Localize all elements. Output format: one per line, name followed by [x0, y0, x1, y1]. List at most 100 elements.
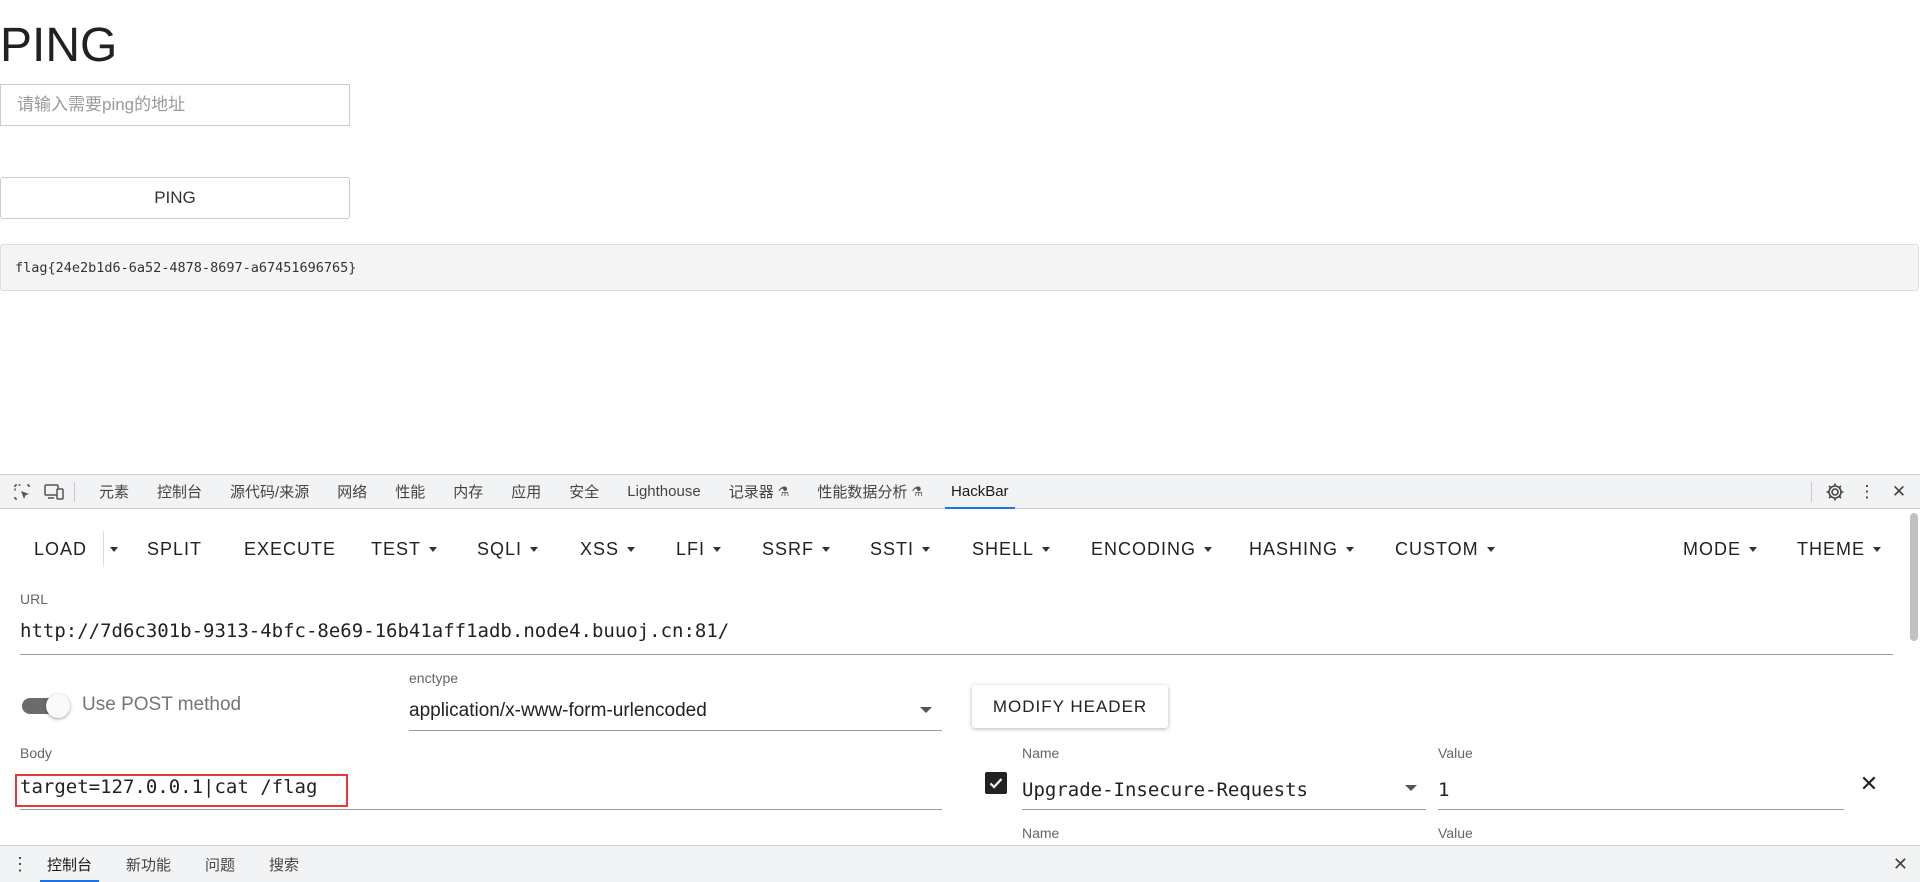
header-name-input[interactable]: Upgrade-Insecure-Requests: [1022, 779, 1308, 801]
chevron-down-icon: [822, 546, 831, 552]
drawer-tab-console[interactable]: 控制台: [30, 846, 109, 882]
hackbar-toolbar: LOAD SPLIT EXECUTE TEST SQLI XSS LFI SSR…: [0, 523, 1910, 575]
tab-sources[interactable]: 源代码/来源: [216, 475, 323, 508]
url-input[interactable]: http://7d6c301b-9313-4bfc-8e69-16b41aff1…: [20, 620, 729, 642]
close-icon[interactable]: ✕: [1893, 854, 1908, 875]
execute-button[interactable]: EXECUTE: [244, 523, 336, 575]
devtools-tab-bar: 元素 控制台 源代码/来源 网络 性能 内存 应用 安全 Lighthouse …: [0, 474, 1920, 509]
header-value-underline: [1438, 809, 1844, 810]
ping-button[interactable]: PING: [0, 177, 350, 219]
header-name-dropdown-icon[interactable]: [1405, 785, 1417, 791]
address-input[interactable]: [0, 84, 350, 126]
chevron-down-icon: [1873, 546, 1881, 552]
ssrf-menu[interactable]: SSRF: [762, 523, 831, 575]
xss-menu-label: XSS: [580, 538, 620, 559]
chevron-down-icon: [922, 546, 931, 552]
device-toolbar-icon[interactable]: [44, 482, 64, 502]
load-options-button[interactable]: [108, 523, 118, 575]
shell-menu-label: SHELL: [972, 538, 1035, 559]
tab-security[interactable]: 安全: [555, 475, 613, 508]
load-divider: [103, 531, 104, 567]
sqli-menu-label: SQLI: [477, 538, 523, 559]
drawer-menu-icon[interactable]: ⋮: [10, 854, 30, 875]
enctype-select[interactable]: application/x-www-form-urlencoded: [409, 700, 707, 722]
test-menu-label: TEST: [371, 538, 422, 559]
header-enabled-checkbox[interactable]: [985, 772, 1007, 794]
flask-icon: ⚗: [777, 483, 790, 499]
more-options-icon[interactable]: ⋮: [1856, 481, 1878, 503]
body-underline: [20, 809, 942, 810]
tab-performance[interactable]: 性能: [381, 475, 439, 508]
actions-separator: [1811, 481, 1812, 502]
chevron-down-icon: [1346, 546, 1355, 552]
tab-performance-insights[interactable]: 性能数据分析 ⚗: [803, 475, 937, 508]
header-value-label-2: Value: [1438, 825, 1473, 841]
enctype-dropdown-icon[interactable]: [920, 707, 932, 713]
toggle-knob: [46, 694, 70, 718]
tab-console[interactable]: 控制台: [143, 475, 216, 508]
gear-icon[interactable]: [1824, 481, 1846, 503]
shell-menu[interactable]: SHELL: [972, 523, 1051, 575]
flask-icon: ⚗: [911, 483, 924, 499]
ssti-menu[interactable]: SSTI: [870, 523, 931, 575]
header-value-input[interactable]: 1: [1438, 779, 1449, 801]
url-label: URL: [20, 591, 49, 607]
chevron-down-icon: [1486, 546, 1495, 552]
tab-recorder-label: 记录器: [728, 484, 774, 501]
page-content: PING PING flag{24e2b1d6-6a52-4878-8697-a…: [0, 0, 1920, 474]
page-title: PING: [0, 19, 118, 72]
load-button[interactable]: LOAD: [34, 523, 87, 575]
modify-header-button[interactable]: MODIFY HEADER: [972, 685, 1168, 728]
chevron-down-icon: [1042, 546, 1051, 552]
ssrf-menu-label: SSRF: [762, 538, 815, 559]
panel-scrollbar[interactable]: [1910, 513, 1918, 641]
check-icon: [989, 778, 1003, 789]
url-underline: [20, 654, 1893, 655]
tab-performance-insights-label: 性能数据分析: [817, 484, 908, 501]
close-icon[interactable]: ✕: [1888, 481, 1910, 503]
drawer-tab-issues[interactable]: 问题: [188, 846, 252, 882]
theme-menu-label: THEME: [1797, 538, 1865, 559]
mode-menu-label: MODE: [1683, 538, 1741, 559]
tab-network[interactable]: 网络: [323, 475, 381, 508]
tab-separator: [74, 481, 75, 502]
inspect-element-icon[interactable]: [12, 482, 32, 502]
hashing-menu[interactable]: HASHING: [1249, 523, 1355, 575]
lfi-menu-label: LFI: [676, 538, 706, 559]
split-button[interactable]: SPLIT: [147, 523, 202, 575]
hashing-menu-label: HASHING: [1249, 538, 1339, 559]
sqli-menu[interactable]: SQLI: [477, 523, 539, 575]
tab-memory[interactable]: 内存: [439, 475, 497, 508]
chevron-down-icon: [110, 546, 118, 552]
drawer-tab-whats-new[interactable]: 新功能: [109, 846, 188, 882]
drawer-tab-search[interactable]: 搜索: [252, 846, 316, 882]
tab-hackbar[interactable]: HackBar: [937, 475, 1023, 509]
test-menu[interactable]: TEST: [371, 523, 438, 575]
tab-recorder[interactable]: 记录器 ⚗: [715, 475, 804, 508]
xss-menu[interactable]: XSS: [580, 523, 636, 575]
devtools-drawer: ⋮ 控制台 新功能 问题 搜索 ✕: [0, 845, 1920, 882]
encoding-menu[interactable]: ENCODING: [1091, 523, 1213, 575]
post-method-toggle[interactable]: [22, 694, 70, 718]
tab-application[interactable]: 应用: [497, 475, 555, 508]
ping-result: flag{24e2b1d6-6a52-4878-8697-a6745169676…: [0, 244, 1919, 291]
header-name-label: Name: [1022, 745, 1060, 761]
chevron-down-icon: [429, 546, 438, 552]
chevron-down-icon: [713, 546, 722, 552]
theme-menu[interactable]: THEME: [1797, 523, 1881, 575]
header-name-label-2: Name: [1022, 825, 1060, 841]
custom-menu[interactable]: CUSTOM: [1395, 523, 1495, 575]
remove-header-icon[interactable]: ✕: [1858, 771, 1880, 796]
tab-elements[interactable]: 元素: [85, 475, 143, 508]
header-value-label: Value: [1438, 745, 1473, 761]
body-input[interactable]: target=127.0.0.1|cat /flag: [20, 776, 317, 798]
encoding-menu-label: ENCODING: [1091, 538, 1197, 559]
mode-menu[interactable]: MODE: [1683, 523, 1757, 575]
post-method-label: Use POST method: [82, 694, 242, 715]
chevron-down-icon: [627, 546, 636, 552]
tab-lighthouse[interactable]: Lighthouse: [613, 475, 714, 508]
enctype-underline: [409, 730, 942, 731]
lfi-menu[interactable]: LFI: [676, 523, 722, 575]
body-label: Body: [20, 745, 52, 761]
devtools-actions: ⋮ ✕: [1811, 481, 1920, 503]
